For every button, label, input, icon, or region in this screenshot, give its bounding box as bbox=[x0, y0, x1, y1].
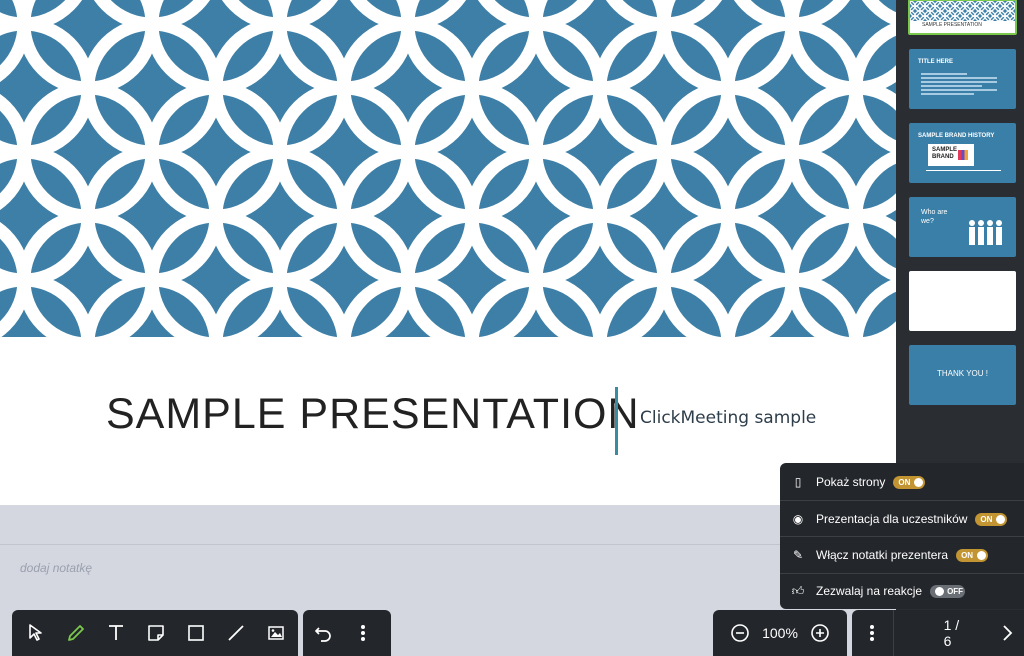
thumbnail-title: Who are we? bbox=[921, 209, 948, 225]
pencil-icon[interactable] bbox=[56, 610, 96, 656]
settings-more-vertical-icon[interactable] bbox=[852, 610, 893, 656]
thumbnail-slide-1[interactable]: SAMPLE PRESENTATION bbox=[908, 0, 1017, 35]
zoom-level: 100% bbox=[762, 625, 798, 641]
eye-icon: ◉ bbox=[792, 512, 804, 526]
line-icon[interactable] bbox=[216, 610, 256, 656]
slide-pattern-background bbox=[0, 0, 896, 337]
undo-icon[interactable] bbox=[303, 610, 343, 656]
notes-area[interactable] bbox=[0, 505, 896, 615]
presenter-notes-toggle[interactable]: ON bbox=[956, 548, 989, 562]
thumbnail-body-text bbox=[921, 73, 997, 97]
notes-input[interactable]: dodaj notatkę bbox=[20, 561, 92, 575]
slide-title-divider bbox=[615, 387, 618, 455]
thumbnail-title: TITLE HERE bbox=[918, 59, 954, 65]
more-vertical-icon[interactable] bbox=[343, 610, 383, 656]
thumbnail-slide-6[interactable]: THANK YOU ! bbox=[909, 345, 1016, 405]
thumbnail-slide-5[interactable] bbox=[909, 271, 1016, 331]
thumbnail-slide-3[interactable]: SAMPLE BRAND HISTORY SAMPLE BRAND bbox=[909, 123, 1016, 183]
thumbnail-slide-4[interactable]: Who are we? bbox=[909, 197, 1016, 257]
thumbnail-title: THANK YOU ! bbox=[937, 369, 988, 378]
show-pages-toggle[interactable]: ON bbox=[893, 475, 926, 489]
text-icon[interactable] bbox=[96, 610, 136, 656]
menu-item-show-pages[interactable]: ▯ Pokaż strony ON bbox=[780, 464, 1024, 500]
brand-logo: SAMPLE BRAND bbox=[928, 144, 974, 166]
zoom-in-icon[interactable] bbox=[804, 610, 836, 656]
menu-item-presentation-for-participants[interactable]: ◉ Prezentacja dla uczestników ON bbox=[780, 501, 1024, 537]
zoom-controls: 100% bbox=[713, 610, 847, 656]
thumbs-up-icon: 👍︎ bbox=[791, 583, 805, 598]
slide-subtitle: ClickMeeting sample bbox=[640, 408, 817, 428]
next-page-icon[interactable] bbox=[991, 610, 1024, 656]
pagination-controls: 1 / 6 bbox=[852, 610, 1024, 656]
thumbnail-slide-2[interactable]: TITLE HERE bbox=[909, 49, 1016, 109]
history-toolbar bbox=[303, 610, 391, 656]
pages-icon: ▯ bbox=[794, 475, 802, 489]
zoom-out-icon[interactable] bbox=[724, 610, 756, 656]
notes-icon: ✎ bbox=[792, 548, 804, 562]
page-indicator: 1 / 6 bbox=[943, 617, 960, 649]
thumbnail-title: SAMPLE PRESENTATION bbox=[922, 22, 982, 28]
allow-reactions-toggle[interactable]: OFF bbox=[930, 584, 966, 598]
menu-item-presenter-notes[interactable]: ✎ Włącz notatki prezentera ON bbox=[780, 537, 1024, 573]
menu-item-allow-reactions[interactable]: 👍︎ Zezwalaj na reakcje OFF bbox=[780, 573, 1024, 609]
presentation-settings-menu: ▯ Pokaż strony ON ◉ Prezentacja dla ucze… bbox=[780, 463, 1024, 609]
notes-divider bbox=[0, 544, 896, 545]
pointer-icon[interactable] bbox=[16, 610, 56, 656]
presentation-for-participants-toggle[interactable]: ON bbox=[975, 512, 1008, 526]
slide-title: SAMPLE PRESENTATION bbox=[106, 390, 640, 438]
thumbnail-pattern bbox=[910, 1, 1015, 21]
image-icon[interactable] bbox=[256, 610, 296, 656]
thumbnail-title: SAMPLE BRAND HISTORY bbox=[918, 133, 995, 139]
drawing-toolbar bbox=[12, 610, 298, 656]
sticky-note-icon[interactable] bbox=[136, 610, 176, 656]
rectangle-icon[interactable] bbox=[176, 610, 216, 656]
people-icon bbox=[969, 220, 1002, 245]
